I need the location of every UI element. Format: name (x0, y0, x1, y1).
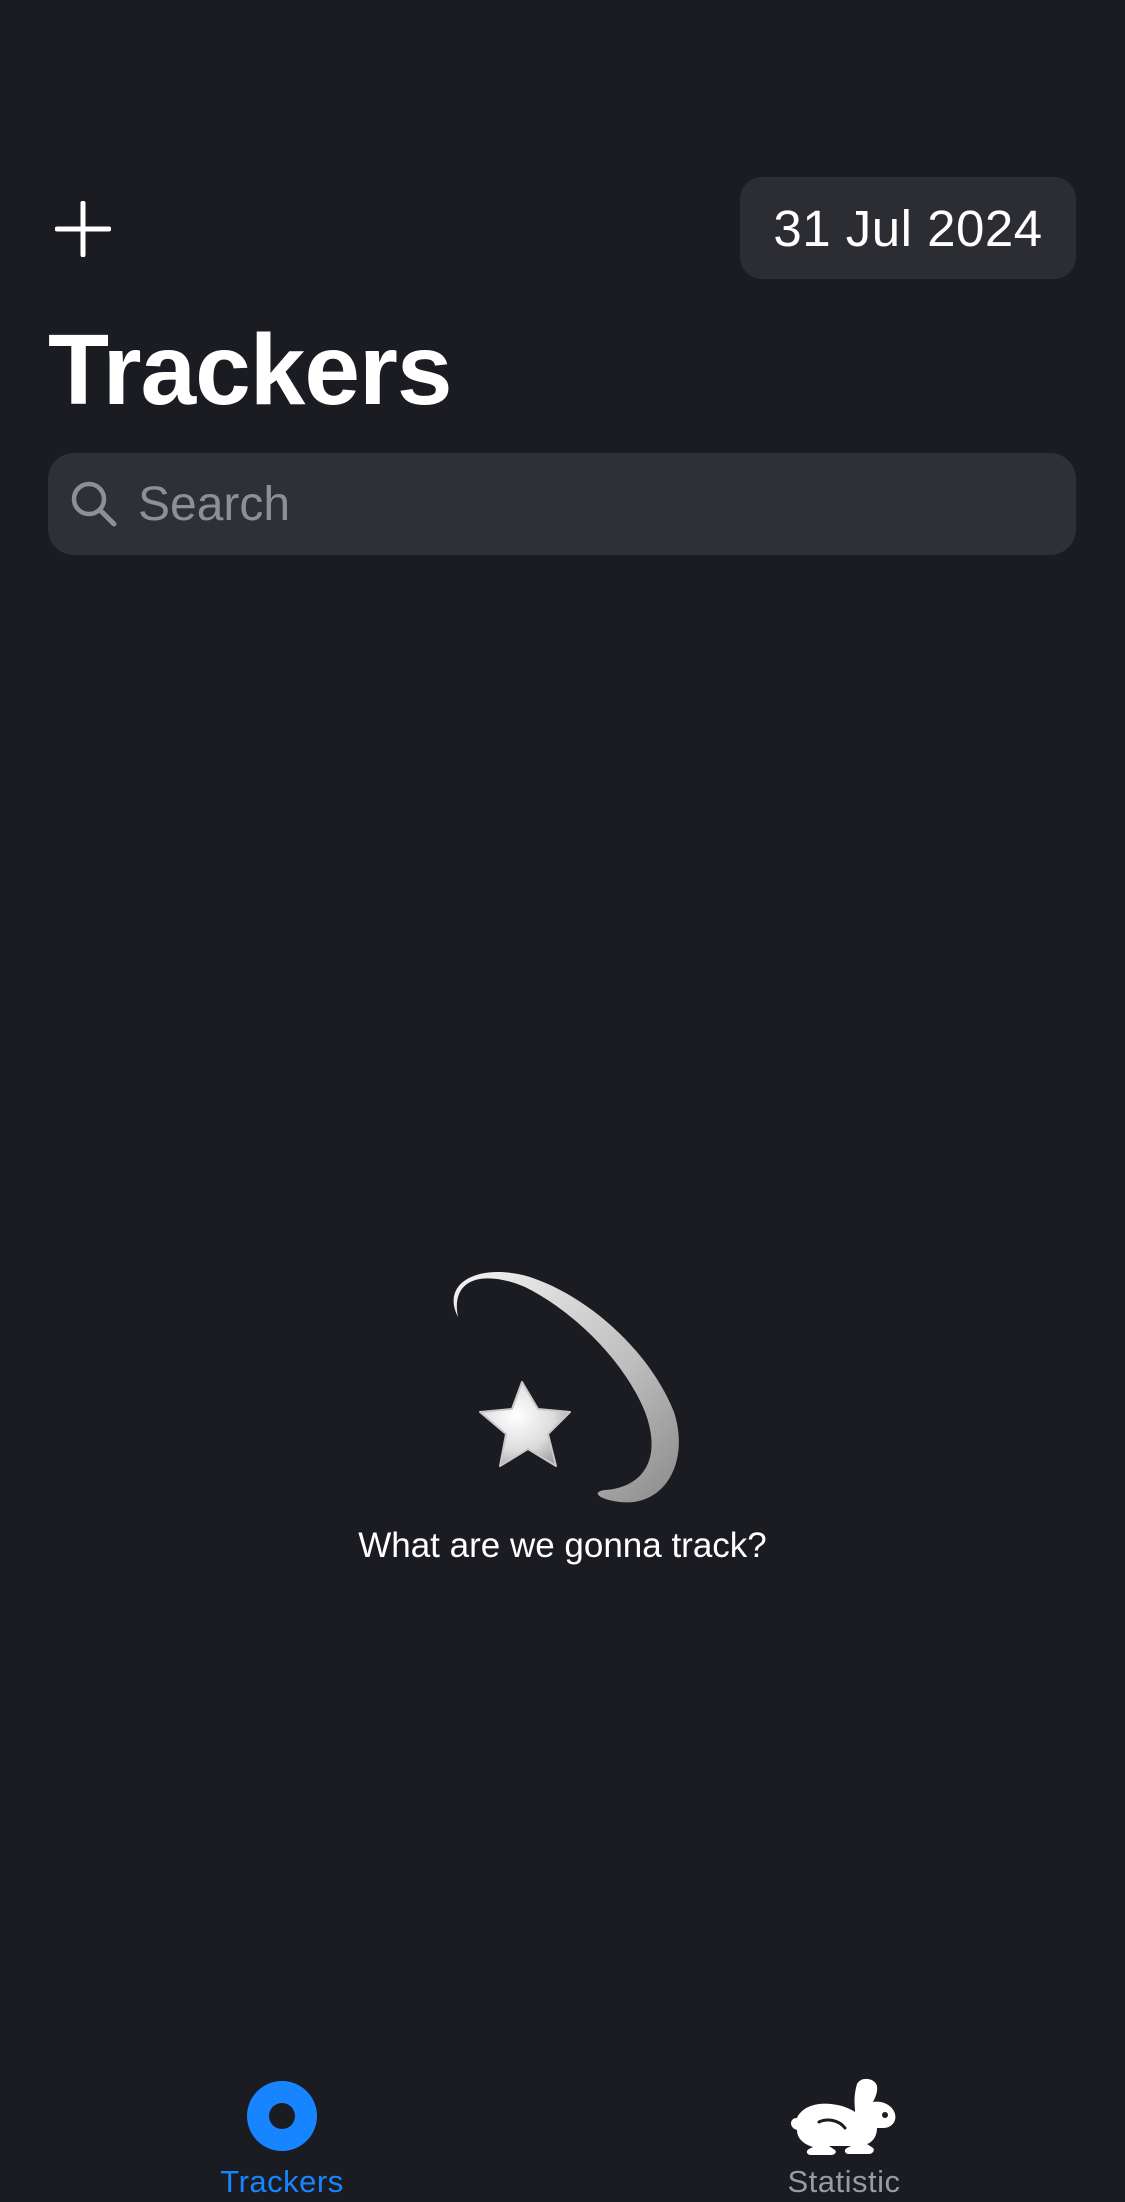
tab-statistic[interactable]: Statistic (694, 2040, 994, 2202)
plus-icon (55, 201, 111, 257)
page-title: Trackers (48, 314, 452, 426)
search-icon (71, 481, 117, 527)
tracker-circle-icon (247, 2081, 317, 2151)
empty-state-message: What are we gonna track? (358, 1526, 767, 1565)
date-label: 31 Jul 2024 (773, 199, 1043, 257)
search-placeholder: Search (138, 477, 291, 531)
tab-bar: Trackers Statistic (0, 2040, 1125, 2202)
rabbit-icon (791, 2078, 896, 2155)
tab-trackers-label: Trackers (220, 2164, 344, 2199)
search-field[interactable]: Search (48, 453, 1076, 555)
tab-trackers[interactable]: Trackers (132, 2040, 432, 2202)
date-picker-button[interactable]: 31 Jul 2024 (740, 177, 1076, 279)
dizzy-star-icon (453, 1271, 679, 1503)
tab-statistic-label: Statistic (787, 2164, 901, 2199)
add-tracker-button[interactable] (48, 194, 118, 264)
